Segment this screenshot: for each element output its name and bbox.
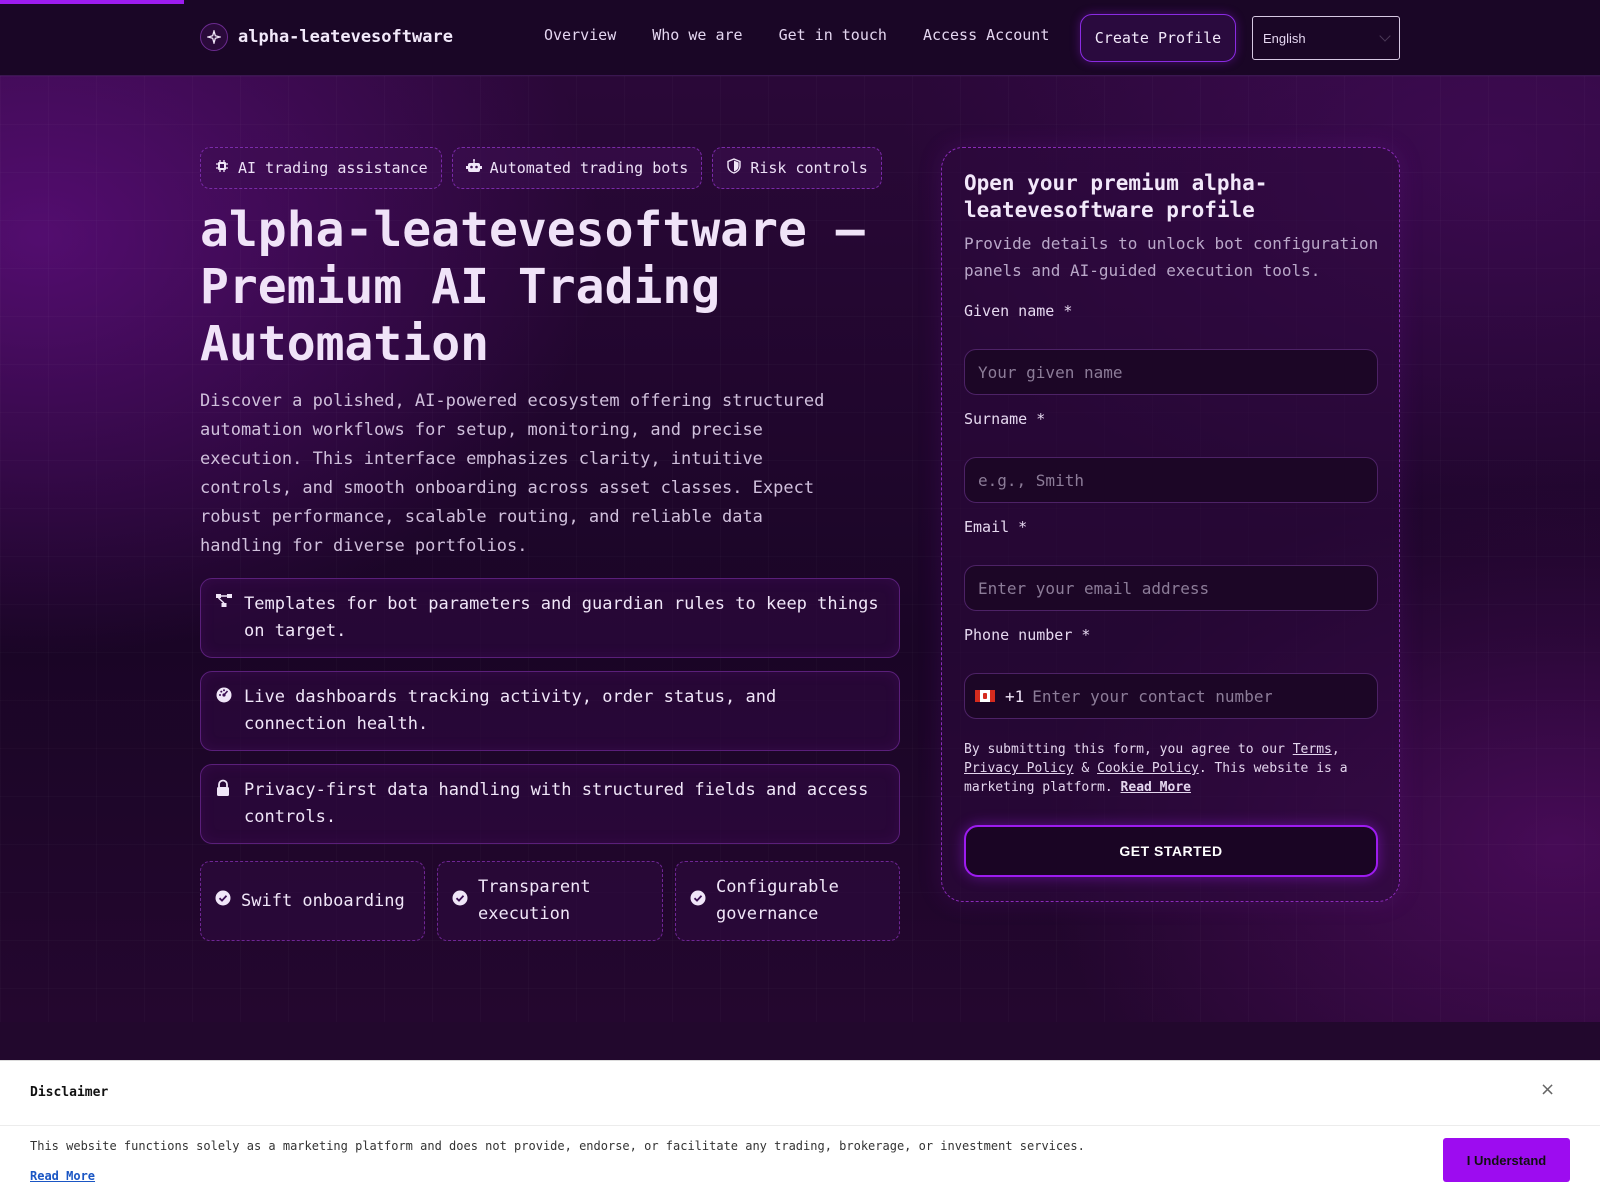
feature-text: Templates for bot parameters and guardia… (244, 594, 879, 641)
phone-country-code: +1 (1005, 686, 1025, 706)
chip-risk-controls: Risk controls (712, 147, 882, 189)
chip-label: Automated trading bots (489, 159, 689, 177)
pill-label: Configurable governance (716, 877, 839, 924)
consent-amp: & (1073, 761, 1098, 776)
feature-text: Live dashboards tracking activity, order… (244, 687, 777, 734)
robot-icon (465, 158, 482, 178)
hero-chips: AI trading assistance Automated trading … (200, 147, 882, 189)
create-profile-button[interactable]: Create Profile (1080, 14, 1236, 62)
privacy-policy-link[interactable]: Privacy Policy (964, 761, 1074, 776)
nav-overview[interactable]: Overview (544, 26, 616, 44)
chip-label: AI trading assistance (238, 159, 428, 177)
language-value: English (1263, 30, 1306, 46)
hero-title: alpha-leatevesoftware — Premium AI Tradi… (200, 202, 865, 372)
check-circle-icon (215, 888, 231, 915)
page-progress-bar (0, 0, 184, 4)
canada-flag-icon[interactable] (975, 690, 995, 702)
chip-ai-trading-assistance: AI trading assistance (200, 147, 442, 189)
surname-input[interactable] (964, 457, 1378, 503)
check-circle-icon (690, 888, 706, 915)
language-select[interactable]: English (1252, 16, 1400, 60)
given-name-input[interactable] (964, 349, 1378, 395)
disclaimer-text: This website functions solely as a marke… (30, 1139, 1085, 1153)
site-header: alpha-leatevesoftware Overview Who we ar… (0, 0, 1600, 76)
feature-card-privacy: Privacy-first data handling with structu… (200, 764, 900, 844)
chip-automated-trading-bots: Automated trading bots (451, 147, 703, 189)
hero-description: Discover a polished, AI-powered ecosyste… (200, 391, 825, 556)
form-title: Open your premium alpha-leatevesoftware … (964, 171, 1268, 222)
feature-card-dashboards: Live dashboards tracking activity, order… (200, 671, 900, 751)
consent-prefix: By submitting this form, you agree to ou… (964, 742, 1293, 757)
email-input[interactable] (964, 565, 1378, 611)
form-subtitle: Provide details to unlock bot configurat… (964, 234, 1379, 280)
gauge-icon (215, 686, 233, 708)
feature-card-templates: Templates for bot parameters and guardia… (200, 578, 900, 658)
shield-icon (726, 158, 742, 178)
phone-input[interactable] (1032, 686, 1273, 706)
given-name-label: Given name * (964, 302, 1073, 320)
disclaimer-banner: Disclaimer × This website functions sole… (0, 1060, 1600, 1200)
section-divider (0, 1022, 1600, 1060)
nav-who-we-are[interactable]: Who we are (652, 26, 742, 44)
form-read-more-link[interactable]: Read More (1121, 780, 1191, 795)
surname-label: Surname * (964, 410, 1046, 428)
lock-icon (215, 779, 231, 801)
signup-form: Open your premium alpha-leatevesoftware … (941, 147, 1400, 902)
terms-link[interactable]: Terms (1293, 742, 1332, 757)
chip-label: Risk controls (750, 159, 868, 177)
consent-text: By submitting this form, you agree to ou… (964, 740, 1384, 797)
brand-name: alpha-leatevesoftware (238, 27, 453, 47)
close-icon[interactable]: × (1540, 1079, 1555, 1100)
feature-text: Privacy-first data handling with structu… (244, 780, 869, 827)
chevron-down-icon (1379, 30, 1391, 42)
pill-label: Swift onboarding (241, 890, 405, 911)
brand[interactable]: alpha-leatevesoftware (200, 23, 453, 51)
sparkle-icon (200, 23, 228, 51)
main-nav: Overview Who we are Get in touch Access … (544, 26, 1049, 44)
nav-access-account[interactable]: Access Account (923, 26, 1049, 44)
check-circle-icon (452, 888, 468, 915)
pill-swift-onboarding: Swift onboarding (200, 861, 425, 941)
chip-icon (214, 158, 230, 178)
disclaimer-title: Disclaimer (30, 1085, 109, 1100)
email-label: Email * (964, 518, 1028, 536)
disclaimer-divider (0, 1125, 1600, 1126)
consent-comma: , (1331, 742, 1340, 757)
cookie-policy-link[interactable]: Cookie Policy (1097, 761, 1199, 776)
pill-label: Transparent execution (478, 877, 591, 924)
disclaimer-read-more-link[interactable]: Read More (30, 1169, 95, 1183)
pill-transparent-execution: Transparent execution (437, 861, 663, 941)
pill-configurable-governance: Configurable governance (675, 861, 900, 941)
i-understand-button[interactable]: I Understand (1443, 1138, 1570, 1182)
workflow-icon (215, 593, 233, 613)
phone-field[interactable]: +1 (964, 673, 1378, 719)
get-started-button[interactable]: GET STARTED (964, 825, 1378, 877)
phone-label: Phone number * (964, 626, 1091, 644)
nav-get-in-touch[interactable]: Get in touch (779, 26, 887, 44)
